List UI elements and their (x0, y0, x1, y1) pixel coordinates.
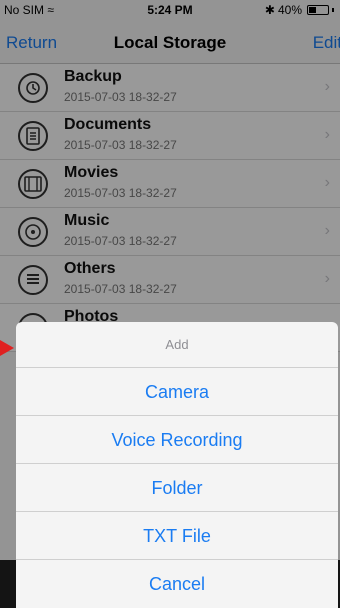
txt-file-option[interactable]: TXT File (16, 512, 338, 560)
red-arrow-marker (0, 340, 14, 356)
voice-recording-option[interactable]: Voice Recording (16, 416, 338, 464)
camera-option[interactable]: Camera (16, 368, 338, 416)
cancel-button[interactable]: Cancel (16, 560, 338, 608)
folder-option[interactable]: Folder (16, 464, 338, 512)
action-sheet-title: Add (16, 322, 338, 368)
add-action-sheet: Add Camera Voice Recording Folder TXT Fi… (16, 322, 338, 608)
